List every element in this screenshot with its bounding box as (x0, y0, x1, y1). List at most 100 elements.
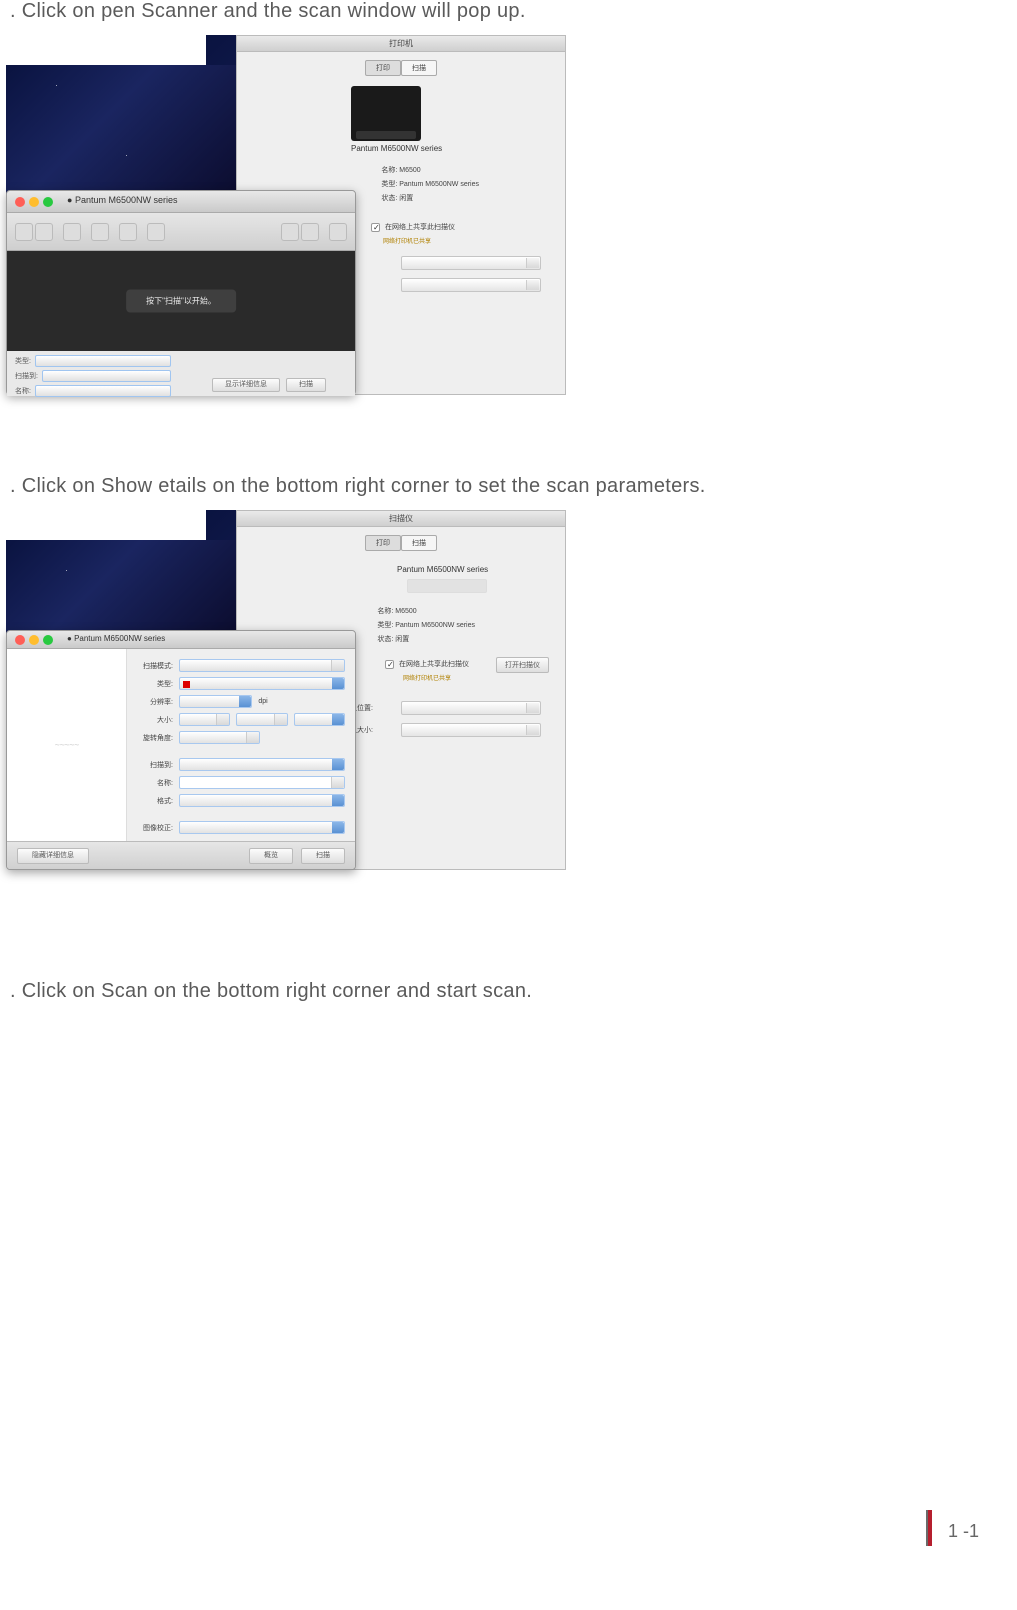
device-info: 名称: M6500 类型: Pantum M6500NW series 状态: … (377, 605, 475, 647)
dest-select[interactable] (179, 758, 345, 771)
tab-scan[interactable]: 扫描 (401, 535, 437, 551)
preview-button[interactable]: 概览 (249, 848, 293, 864)
tabs: 打印扫描 (237, 52, 565, 80)
step-5-text: . Click on Scan on the bottom right corn… (10, 980, 1017, 1003)
toolbar-btn[interactable] (119, 223, 137, 241)
form-label: 扫描到: (137, 760, 173, 770)
scan-details-window: ● Pantum M6500NW series ∼∼∼∼∼ 扫描模式: 类型: … (6, 630, 356, 870)
info-value-status: 闲置 (399, 195, 413, 202)
format-select[interactable] (179, 794, 345, 807)
checkbox-icon[interactable]: ✓ (371, 223, 380, 232)
default-location-select[interactable] (401, 256, 541, 270)
minimize-icon[interactable] (29, 635, 39, 645)
scan-window-title: ● Pantum M6500NW series (67, 195, 177, 205)
toolbar-btn[interactable] (15, 223, 33, 241)
share-checkbox-row: ✓ 在网络上共享此扫描仪 (385, 659, 469, 669)
form-label: 图像校正: (137, 823, 173, 833)
zoom-icon[interactable] (43, 197, 53, 207)
info-value-type: Pantum M6500NW series (395, 622, 475, 629)
info-label-status: 状态: (377, 636, 393, 643)
share-checkbox-row: ✓ 在网络上共享此扫描仪 (371, 222, 455, 232)
close-icon[interactable] (15, 197, 25, 207)
form-label: 名称: (137, 778, 173, 788)
toolbar-btn[interactable] (63, 223, 81, 241)
rotation-select[interactable] (179, 731, 260, 744)
form-label: 名称: (15, 386, 31, 396)
default-size-select[interactable] (401, 278, 541, 292)
info-label-name: 名称: (377, 608, 393, 615)
form-label: 旋转角度: (137, 733, 173, 743)
form-label: 扫描到: (15, 371, 38, 381)
default-size-select[interactable] (401, 723, 541, 737)
page-number: 1 -1 (928, 1514, 979, 1550)
form-label: 类型: (137, 679, 173, 689)
device-name: Pantum M6500NW series (397, 565, 488, 574)
form-label: 类型: (15, 356, 31, 366)
info-value-type: Pantum M6500NW series (399, 181, 479, 188)
size-h[interactable] (236, 713, 287, 726)
scan-bottom-form: 类型: 扫描到: 名称: 显示详细信息 扫描 (7, 351, 355, 396)
unit: dpi (258, 698, 267, 705)
minimize-icon[interactable] (29, 197, 39, 207)
scan-preview: 按下"扫描"以开始。 (7, 251, 355, 351)
step-3-text: . Click on pen Scanner and the scan wind… (10, 0, 1017, 23)
close-icon[interactable] (15, 635, 25, 645)
toolbar-btn[interactable] (147, 223, 165, 241)
hide-details-button[interactable]: 隐藏详细信息 (17, 848, 89, 864)
open-scanner-button[interactable] (407, 579, 487, 593)
device-thumb (351, 86, 421, 141)
dialog-titlebar: 扫描仪 (237, 511, 565, 527)
scan-button[interactable]: 扫描 (286, 378, 326, 392)
show-details-button[interactable]: 显示详细信息 (212, 378, 280, 392)
tabs: 打印扫描 (237, 527, 565, 555)
screenshot-1: 打印机 打印扫描 Pantum M6500NW series 名称: M6500… (6, 35, 566, 395)
info-label-type: 类型: (377, 622, 393, 629)
scan-preview-pane: ∼∼∼∼∼ (7, 649, 127, 841)
screenshot-2: 扫描仪 打印扫描 Pantum M6500NW series 名称: M6500… (6, 510, 566, 870)
device-name: Pantum M6500NW series (351, 144, 442, 153)
scan-toolbar (7, 213, 355, 251)
device-info: 名称: M6500 类型: Pantum M6500NW series 状态: … (381, 164, 479, 206)
default-location-select[interactable] (401, 701, 541, 715)
zoom-icon[interactable] (43, 635, 53, 645)
tab-print[interactable]: 打印 (365, 535, 401, 551)
checkbox-icon[interactable]: ✓ (385, 660, 394, 669)
form-label: 格式: (137, 796, 173, 806)
dialog-titlebar: 打印机 (237, 36, 565, 52)
toolbar-btn[interactable] (35, 223, 53, 241)
toolbar-btn[interactable] (91, 223, 109, 241)
kind-select[interactable] (179, 677, 345, 690)
info-label-type: 类型: (381, 181, 397, 188)
toolbar-btn[interactable] (301, 223, 319, 241)
share-hint: 网络打印机已共享 (403, 673, 451, 682)
size-unit-select[interactable] (294, 713, 345, 726)
info-value-name: M6500 (395, 608, 416, 615)
scan-window-title: ● Pantum M6500NW series (67, 634, 165, 643)
loading-indicator: ∼∼∼∼∼ (54, 741, 78, 749)
share-checkbox-label: 在网络上共享此扫描仪 (399, 661, 469, 668)
toolbar-btn[interactable] (329, 223, 347, 241)
info-label-status: 状态: (381, 195, 397, 202)
resolution-select[interactable] (179, 695, 252, 708)
scan-window: ● Pantum M6500NW series 按下"扫描"以开始。 类型: 扫… (6, 190, 356, 395)
type-select[interactable] (35, 355, 171, 367)
name-input[interactable] (179, 776, 345, 789)
scan-button[interactable]: 扫描 (301, 848, 345, 864)
dest-select[interactable] (42, 370, 171, 382)
scan-window-titlebar: ● Pantum M6500NW series (7, 191, 355, 213)
form-label: 分辨率: (137, 697, 173, 707)
tab-scan[interactable]: 扫描 (401, 60, 437, 76)
form-label: 大小: (137, 715, 173, 725)
correction-select[interactable] (179, 821, 345, 834)
info-value-name: M6500 (399, 167, 420, 174)
open-scanner-small-button[interactable]: 打开扫描仪 (496, 657, 549, 673)
name-select[interactable] (35, 385, 171, 397)
scan-mode-select[interactable] (179, 659, 345, 672)
toolbar-btn[interactable] (281, 223, 299, 241)
share-hint: 网络打印机已共享 (383, 236, 431, 245)
page-number-bar-icon (928, 1510, 932, 1546)
scan-bottom-bar: 隐藏详细信息 概览 扫描 (7, 841, 355, 869)
info-label-name: 名称: (381, 167, 397, 174)
size-w[interactable] (179, 713, 230, 726)
tab-print[interactable]: 打印 (365, 60, 401, 76)
